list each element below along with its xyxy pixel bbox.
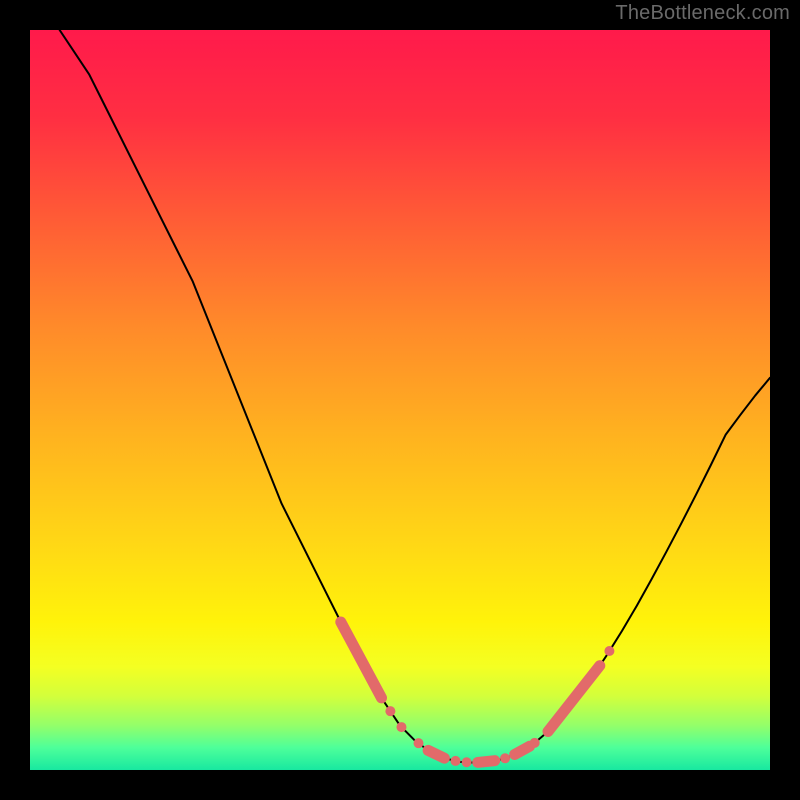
frame: TheBottleneck.com	[0, 0, 800, 800]
marker-dot	[462, 757, 472, 767]
marker-dot	[500, 753, 510, 763]
marker-capsule	[478, 761, 495, 763]
marker-capsule	[515, 746, 530, 754]
gradient-background	[30, 30, 770, 770]
marker-dot	[396, 722, 406, 732]
marker-dot	[604, 646, 614, 656]
marker-dot	[414, 738, 424, 748]
bottleneck-chart	[30, 30, 770, 770]
watermark-text: TheBottleneck.com	[615, 2, 790, 25]
marker-capsule	[428, 750, 444, 758]
marker-dot	[530, 738, 540, 748]
marker-dot	[451, 756, 461, 766]
marker-dot	[385, 706, 395, 716]
